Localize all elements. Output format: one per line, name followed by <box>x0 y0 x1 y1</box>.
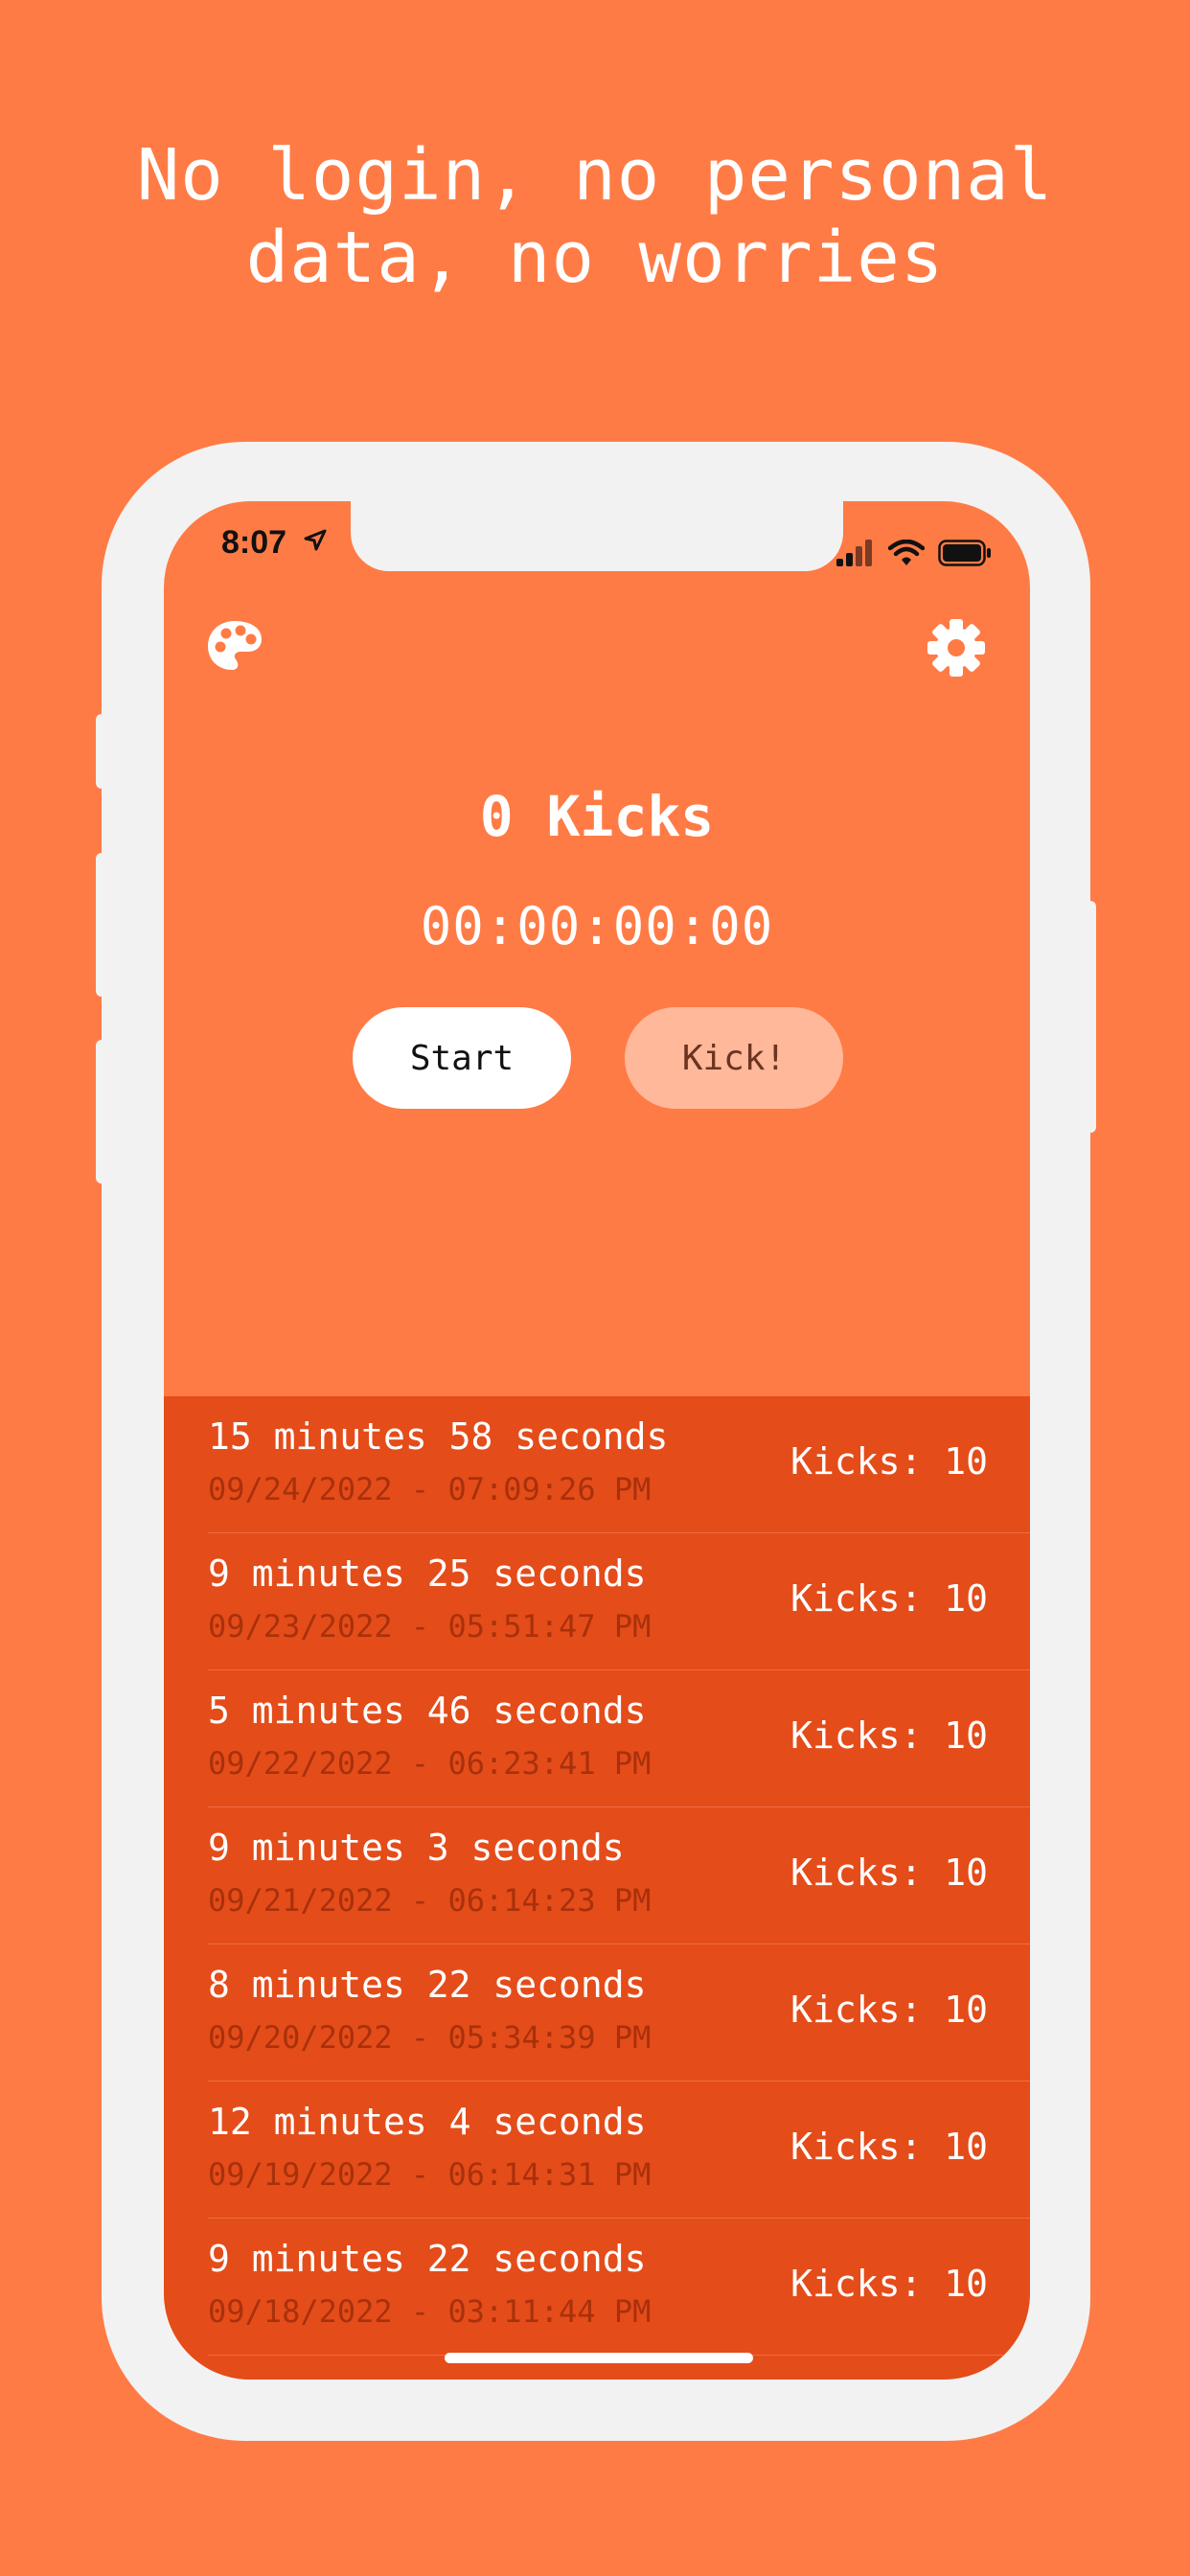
list-item[interactable]: 9 minutes 25 seconds 09/23/2022 - 05:51:… <box>208 1533 1030 1670</box>
list-item[interactable]: 12 minutes 4 seconds 09/19/2022 - 06:14:… <box>208 2082 1030 2219</box>
status-icons <box>836 539 992 570</box>
session-duration: 9 minutes 22 seconds <box>208 2238 647 2280</box>
status-time: 8:07 <box>221 524 287 561</box>
list-item[interactable]: 9 minutes 3 seconds 09/21/2022 - 06:14:2… <box>208 1807 1030 1944</box>
battery-icon <box>938 540 992 570</box>
list-item[interactable]: 8 minutes 22 seconds 09/20/2022 - 05:34:… <box>208 1944 1030 2082</box>
wifi-icon <box>887 539 926 570</box>
location-arrow-icon <box>303 528 328 557</box>
session-duration: 8 minutes 22 seconds <box>208 1964 647 2006</box>
list-item[interactable]: 5 minutes 46 seconds 09/22/2022 - 06:23:… <box>208 1670 1030 1807</box>
kick-button[interactable]: Kick! <box>625 1007 843 1109</box>
session-duration: 15 minutes 58 seconds <box>208 1415 669 1458</box>
session-datetime: 09/18/2022 - 03:11:44 PM <box>208 2293 652 2330</box>
session-kicks: Kicks: 10 <box>790 2126 988 2168</box>
start-button[interactable]: Start <box>353 1007 571 1109</box>
session-timer: 00:00:00:00 <box>420 896 774 956</box>
session-datetime: 09/20/2022 - 05:34:39 PM <box>208 2019 652 2056</box>
session-duration: 9 minutes 25 seconds <box>208 1552 647 1595</box>
session-duration: 5 minutes 46 seconds <box>208 1690 647 1732</box>
promo-headline-line-1: No login, no personal <box>136 134 1054 217</box>
promo-headline-line-2: data, no worries <box>245 217 945 299</box>
session-history-list[interactable]: 15 minutes 58 seconds 09/24/2022 - 07:09… <box>164 1396 1030 2380</box>
session-kicks: Kicks: 10 <box>790 1577 988 1620</box>
session-kicks: Kicks: 10 <box>790 1714 988 1757</box>
gear-icon[interactable] <box>927 618 986 681</box>
session-duration: 9 minutes 3 seconds <box>208 1827 625 1869</box>
session-kicks: Kicks: 10 <box>790 1989 988 2031</box>
session-kicks: Kicks: 10 <box>790 2263 988 2305</box>
session-datetime: 09/19/2022 - 06:14:31 PM <box>208 2156 652 2193</box>
session-kicks: Kicks: 10 <box>790 1440 988 1483</box>
kicks-count-label: 0 Kicks <box>479 784 715 849</box>
app-screen: 8:07 0 Kicks 00:00:00:00 Start Kick! 15 … <box>164 501 1030 2380</box>
phone-notch <box>351 501 843 571</box>
session-datetime: 09/21/2022 - 06:14:23 PM <box>208 1882 652 1919</box>
list-item[interactable]: 9 minutes 22 seconds 09/18/2022 - 03:11:… <box>208 2219 1030 2356</box>
palette-icon[interactable] <box>206 618 263 676</box>
signal-icon <box>836 540 875 570</box>
session-datetime: 09/24/2022 - 07:09:26 PM <box>208 1471 652 1507</box>
session-duration: 12 minutes 4 seconds <box>208 2101 647 2143</box>
session-datetime: 09/22/2022 - 06:23:41 PM <box>208 1745 652 1782</box>
home-indicator[interactable] <box>445 2353 753 2363</box>
promo-headline: No login, no personal data, no worries <box>0 134 1190 299</box>
session-kicks: Kicks: 10 <box>790 1852 988 1894</box>
session-datetime: 09/23/2022 - 05:51:47 PM <box>208 1608 652 1644</box>
list-item[interactable]: 15 minutes 58 seconds 09/24/2022 - 07:09… <box>208 1396 1030 1533</box>
